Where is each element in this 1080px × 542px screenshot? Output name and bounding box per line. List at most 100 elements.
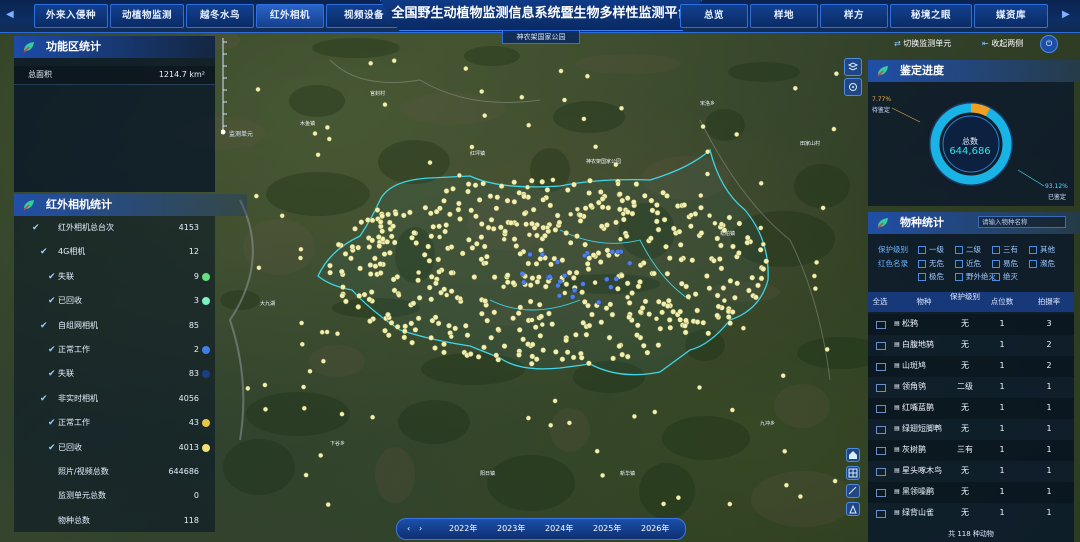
checkbox-icon[interactable]: ✔ xyxy=(40,314,48,338)
checkbox-icon[interactable] xyxy=(918,246,926,254)
species-row[interactable]: ▤ 山斑鸠 无 1 2 xyxy=(868,356,1074,377)
species-row[interactable]: ▤ 绿翅短脚鹎 无 1 1 xyxy=(868,419,1074,440)
select-all-header[interactable]: 全选 xyxy=(870,297,890,307)
checkbox-icon[interactable] xyxy=(955,273,963,281)
species-row[interactable]: ▤ 领角鸮 二级 1 1 xyxy=(868,377,1074,398)
map-grid-button[interactable] xyxy=(846,466,860,480)
row-checkbox[interactable] xyxy=(876,342,886,350)
tab-wintering-waterbirds[interactable]: 越冬水鸟 xyxy=(186,4,254,28)
row-checkbox[interactable] xyxy=(876,447,886,455)
checkbox-icon[interactable] xyxy=(918,260,926,268)
timeline-next-icon[interactable]: › xyxy=(419,519,422,539)
checkbox-icon[interactable]: ✔ xyxy=(48,436,56,460)
camera-stat-row[interactable]: ✔ 失联 9 xyxy=(14,265,215,289)
species-row[interactable]: ▤ 松鸦 无 1 3 xyxy=(868,314,1074,335)
redlist-option[interactable]: 绝灭 xyxy=(992,271,1018,282)
points-header[interactable]: 点位数 xyxy=(982,297,1022,307)
protect-option[interactable]: 二级 xyxy=(955,244,981,255)
species-row[interactable]: ▤ 绿背山雀 无 1 1 xyxy=(868,503,1074,524)
map-home-button[interactable] xyxy=(846,448,860,462)
user-button[interactable]: ⏻ xyxy=(1040,35,1058,53)
checkbox-icon[interactable]: ✔ xyxy=(40,240,48,264)
tab-overview[interactable]: 总览 xyxy=(680,4,748,28)
row-checkbox[interactable] xyxy=(876,321,886,329)
map-layer-button[interactable] xyxy=(844,58,862,76)
row-checkbox[interactable] xyxy=(876,426,886,434)
camera-stat-row[interactable]: ✔ 自组网相机 85 xyxy=(14,314,215,338)
checkbox-icon[interactable]: ✔ xyxy=(40,387,48,411)
year-2024[interactable]: 2024年 xyxy=(545,519,573,539)
checkbox-icon[interactable] xyxy=(1029,260,1037,268)
timeline-prev-icon[interactable]: ‹ xyxy=(407,519,410,539)
checkbox-icon[interactable]: ✔ xyxy=(32,216,40,240)
row-checkbox[interactable] xyxy=(876,468,886,476)
species-row[interactable]: ▤ 灰树鹊 三有 1 1 xyxy=(868,440,1074,461)
map-settings-button[interactable] xyxy=(844,78,862,96)
redlist-option[interactable]: 极危 xyxy=(918,271,944,282)
tab-plots[interactable]: 样地 xyxy=(750,4,818,28)
species-row[interactable]: ▤ 星头啄木鸟 无 1 1 xyxy=(868,461,1074,482)
year-2023[interactable]: 2023年 xyxy=(497,519,525,539)
checkbox-icon[interactable]: ✔ xyxy=(48,289,56,313)
protect-option[interactable]: 一级 xyxy=(918,244,944,255)
row-checkbox[interactable] xyxy=(876,489,886,497)
species-search-input[interactable]: 请输入物种名称 xyxy=(978,216,1066,228)
tab-invasive-species[interactable]: 外来入侵种 xyxy=(34,4,108,28)
redlist-option[interactable]: 濒危 xyxy=(1029,258,1055,269)
checkbox-icon[interactable] xyxy=(992,260,1000,268)
camera-point xyxy=(711,257,717,264)
checkbox-icon[interactable] xyxy=(955,246,963,254)
checkbox-icon[interactable]: ✔ xyxy=(48,338,56,362)
row-checkbox[interactable] xyxy=(876,510,886,518)
camera-stat-row[interactable]: ✔ 非实时相机 4056 xyxy=(14,387,215,411)
row-checkbox[interactable] xyxy=(876,405,886,413)
camera-stat-row[interactable]: ✔ 已回收 3 xyxy=(14,289,215,313)
camera-stat-row[interactable]: ✔ 正常工作 43 xyxy=(14,411,215,435)
protect-level-header[interactable]: 保护级别 xyxy=(950,292,980,302)
redlist-option[interactable]: 易危 xyxy=(992,258,1018,269)
rate-header[interactable]: 拍摄率 xyxy=(1026,297,1072,307)
zoom-track[interactable] xyxy=(220,36,261,140)
year-2022[interactable]: 2022年 xyxy=(449,519,477,539)
tab-quadrats[interactable]: 样方 xyxy=(820,4,888,28)
redlist-option[interactable]: 野外绝灭 xyxy=(955,271,996,282)
checkbox-icon[interactable] xyxy=(992,246,1000,254)
protect-option[interactable]: 其他 xyxy=(1029,244,1055,255)
checkbox-icon[interactable] xyxy=(918,273,926,281)
map-measure-button[interactable] xyxy=(846,484,860,498)
species-row[interactable]: ▤ 白腹地鸫 无 1 2 xyxy=(868,335,1074,356)
row-checkbox[interactable] xyxy=(876,384,886,392)
zoom-slider[interactable]: 监测单元 xyxy=(220,36,261,142)
camera-stat-row[interactable]: ✔ 失联 83 xyxy=(14,362,215,386)
checkbox-icon[interactable] xyxy=(992,273,1000,281)
camera-stat-row[interactable]: ✔ 4G相机 12 xyxy=(14,240,215,264)
checkbox-icon[interactable] xyxy=(1029,246,1037,254)
redlist-option[interactable]: 近危 xyxy=(955,258,981,269)
species-row[interactable]: ▤ 红嘴蓝鹊 无 1 1 xyxy=(868,398,1074,419)
year-2025[interactable]: 2025年 xyxy=(593,519,621,539)
tab-wildlife-monitoring[interactable]: 动植物监测 xyxy=(110,4,184,28)
checkbox-icon[interactable]: ✔ xyxy=(48,411,56,435)
tab-media-library[interactable]: 媒资库 xyxy=(974,4,1048,28)
species-row[interactable]: ▤ 黑领噪鹛 无 1 1 xyxy=(868,482,1074,503)
checkbox-icon[interactable]: ✔ xyxy=(48,265,56,289)
year-2026[interactable]: 2026年 xyxy=(641,519,669,539)
map-draw-button[interactable] xyxy=(846,502,860,516)
collapse-sides-button[interactable]: ⇤ 收起两侧 xyxy=(982,36,1023,52)
protect-option[interactable]: 三有 xyxy=(992,244,1018,255)
camera-point xyxy=(426,284,433,291)
checkbox-icon[interactable] xyxy=(955,260,963,268)
switch-unit-button[interactable]: ⇄ 切换监测单元 xyxy=(894,36,951,52)
status-dot-icon xyxy=(202,443,210,452)
row-checkbox[interactable] xyxy=(876,363,886,371)
checkbox-icon[interactable]: ✔ xyxy=(48,362,56,386)
camera-stat-row[interactable]: ✔ 已回收 4013 xyxy=(14,436,215,460)
tab-secret-eye[interactable]: 秘境之眼 xyxy=(890,4,972,28)
camera-stat-row[interactable]: ✔ 红外相机总台次 4153 xyxy=(14,216,215,240)
nav-next-icon[interactable]: ▶ xyxy=(1062,9,1070,20)
year-timeline[interactable]: ‹ › 2022年 2023年 2024年 2025年 2026年 xyxy=(396,518,686,540)
redlist-option[interactable]: 无危 xyxy=(918,258,944,269)
camera-stat-row[interactable]: ✔ 正常工作 2 xyxy=(14,338,215,362)
tab-infrared-camera[interactable]: 红外相机 xyxy=(256,4,324,28)
nav-prev-icon[interactable]: ◀ xyxy=(6,9,14,20)
